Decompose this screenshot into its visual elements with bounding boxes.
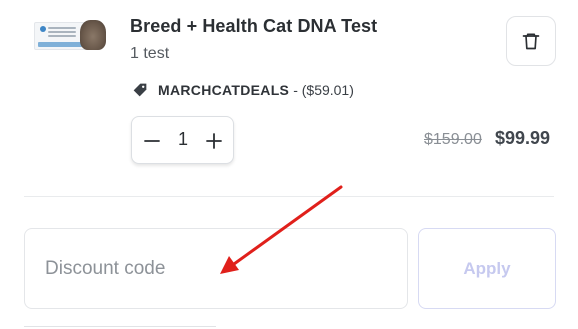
product-image [34,18,110,52]
increase-quantity-button[interactable] [200,127,228,155]
original-price: $159.00 [424,131,482,148]
divider-bottom [24,326,216,327]
decrease-quantity-button[interactable] [138,127,166,155]
product-title: Breed + Health Cat DNA Test [130,16,378,36]
product-variant: 1 test [130,45,170,62]
discounted-price: $99.99 [495,128,551,148]
discount-code-label: MARCHCATDEALS [158,82,290,98]
cart-line-item: Breed + Health Cat DNA Test 1 test MARCH… [0,0,578,329]
minus-icon [144,140,160,142]
discount-code-input[interactable] [24,228,408,309]
trash-icon [522,33,540,50]
divider [24,196,554,197]
plus-icon [206,133,222,149]
delete-item-button[interactable] [506,16,556,66]
discount-amount: - ($59.01) [293,82,354,98]
tag-icon [133,83,147,97]
quantity-value[interactable]: 1 [168,129,198,150]
quantity-stepper: 1 [131,116,234,164]
apply-discount-button[interactable]: Apply [418,228,556,309]
applied-discount: MARCHCATDEALS - ($59.01) [132,82,354,98]
